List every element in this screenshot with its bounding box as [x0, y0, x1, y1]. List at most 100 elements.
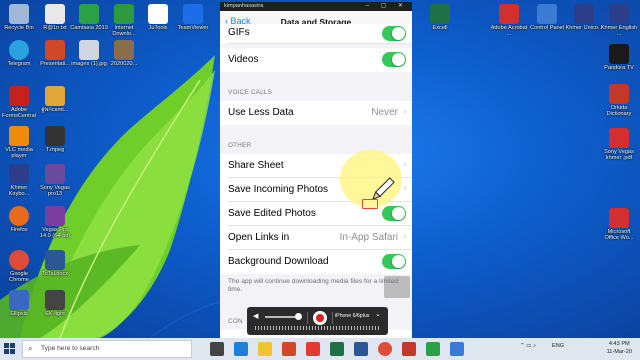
desktop-icon[interactable]: Firefox [0, 206, 38, 233]
desktop-icon[interactable]: 2020020... [105, 40, 143, 67]
desktop-icon[interactable]: JuTools [139, 4, 177, 31]
desktop-icon[interactable]: VLC media player [0, 126, 38, 160]
row-label: Use Less Data [228, 107, 294, 118]
text-file-icon [45, 4, 65, 24]
dictionary-icon [609, 84, 629, 104]
background-download-toggle[interactable] [382, 254, 406, 269]
toolbar-divider [332, 312, 333, 324]
keyboard-icon [9, 164, 29, 184]
camtasia-icon[interactable] [426, 342, 440, 356]
excel-icon[interactable] [330, 342, 344, 356]
settings-row-background-download[interactable]: Background Download [220, 250, 412, 274]
recorder-toolbar[interactable]: ◀ iPhone 6/6plus ⌄ [247, 307, 388, 335]
chevron-down-icon[interactable]: ⌄ [375, 310, 381, 318]
clock[interactable]: 4:43 PM 11-Mar-20 [607, 340, 632, 356]
window-title: kimpanhasastra [224, 3, 264, 9]
edge-icon[interactable] [234, 342, 248, 356]
chrome-icon[interactable] [378, 342, 392, 356]
taskbar: ⌕ Type here to search ⌃ ▭ ♪ ENG 4:43 PM … [0, 338, 640, 360]
row-label: Videos [228, 54, 259, 65]
desktop-icon[interactable]: Excell [421, 4, 459, 31]
save-edited-photos-toggle[interactable] [382, 206, 406, 221]
recorder-app-icon[interactable] [402, 342, 416, 356]
settings-row-videos[interactable]: Videos [220, 48, 412, 72]
audio-meter [255, 326, 380, 330]
section-header-voice-calls: VOICE CALLS [228, 89, 273, 96]
row-value: Never [371, 107, 398, 118]
desktop-icon[interactable]: ฐพกcamt... [36, 86, 74, 113]
desktop-icon[interactable]: Vegas Pro 14.0 (64-bit) [36, 206, 74, 240]
desktop-icon[interactable]: Telegram [0, 40, 38, 67]
row-value: In-App Safari [339, 232, 398, 243]
desktop-icon[interactable]: Presentati... [36, 40, 74, 67]
record-button[interactable] [313, 311, 327, 325]
desktop-icon[interactable]: Sony Vegas khmer .pdf [600, 128, 638, 162]
volume-knob[interactable] [295, 313, 302, 320]
folder-icon [45, 164, 65, 184]
row-label: Open Links in [228, 232, 290, 243]
desktop-icon[interactable]: Camtasia 2019 [70, 4, 108, 31]
row-label: Share Sheet [228, 160, 284, 171]
desktop-icon[interactable]: Khmer Unico... [565, 4, 603, 31]
background-download-note: The app will continue downloading media … [228, 278, 399, 293]
desktop-icon[interactable]: Control Panel [528, 4, 566, 31]
adobe-forms-icon [9, 86, 29, 106]
tray-icons[interactable]: ⌃ ▭ ♪ [520, 343, 536, 349]
overlay-box [384, 276, 410, 298]
desktop-icon[interactable]: Khmer Keybo... [0, 164, 38, 198]
chrome-icon [9, 250, 29, 270]
desktop-icon[interactable]: R@1n.txt [36, 4, 74, 31]
row-label: Save Incoming Photos [228, 184, 329, 195]
annotation-rectangle [362, 199, 378, 209]
language-indicator[interactable]: ENG [552, 343, 564, 349]
speaker-icon[interactable]: ◀ [253, 312, 258, 320]
task-view-icon[interactable] [210, 342, 224, 356]
desktop-icon[interactable]: Pandora TV [600, 44, 638, 71]
chevron-right-icon: › [403, 232, 407, 242]
videos-toggle[interactable] [382, 52, 406, 67]
video-file-icon [45, 126, 65, 146]
gifs-toggle[interactable] [382, 26, 406, 41]
screen-app-icon[interactable] [450, 342, 464, 356]
desktop-icon[interactable]: images (1).jpg [70, 40, 108, 67]
desktop-icon[interactable]: ToTal.docx [36, 250, 74, 277]
chevron-right-icon: › [403, 184, 407, 194]
vegas-pro-icon [45, 206, 65, 226]
volume-slider[interactable] [265, 316, 299, 318]
desktop-icon[interactable]: Ellipsis [0, 290, 38, 317]
desktop-icon[interactable]: EK-light [36, 290, 74, 317]
row-divider [228, 43, 412, 44]
pdf-file-icon [609, 208, 629, 228]
settings-row-gifs[interactable]: GIFs [220, 24, 412, 44]
section-header-other: OTHER [228, 142, 252, 149]
firefox-icon [9, 206, 29, 226]
media-player-icon[interactable] [306, 342, 320, 356]
powerpoint-icon[interactable] [282, 342, 296, 356]
desktop-icon[interactable]: Internet Downlo... [105, 4, 143, 38]
desktop-icon[interactable]: Sony Vegas pro13 [36, 164, 74, 198]
desktop-icon[interactable]: Adobe Acrobat ... [490, 4, 528, 38]
settings-row-use-less-data[interactable]: Use Less Data Never › [220, 101, 412, 125]
file-explorer-icon[interactable] [258, 342, 272, 356]
adobe-acrobat-icon [499, 4, 519, 24]
desktop-icon[interactable]: Orkida Dictionary [600, 84, 638, 118]
word-icon[interactable] [354, 342, 368, 356]
desktop-icon[interactable]: Khmer English ... [600, 4, 638, 38]
camtasia-icon [79, 4, 99, 24]
desktop-icon[interactable]: Microsoft Office Wo... [600, 208, 638, 242]
section-header-next: CON [228, 318, 243, 325]
desktop-icon[interactable]: Adobe FormsCentral [0, 86, 38, 120]
dictionary-icon [609, 4, 629, 24]
windows-start-icon[interactable] [4, 343, 16, 355]
desktop-icon[interactable]: T.mpeg [36, 126, 74, 153]
search-icon: ⌕ [28, 344, 33, 353]
clock-time: 4:43 PM [608, 341, 630, 347]
window-titlebar[interactable]: kimpanhasastra – ▢ ✕ [220, 2, 412, 11]
window-controls[interactable]: – ▢ ✕ [366, 2, 408, 11]
taskbar-search-input[interactable]: ⌕ Type here to search [22, 340, 192, 358]
desktop-icon[interactable]: Google Chrome [0, 250, 38, 284]
download-manager-icon [114, 4, 134, 24]
desktop-icon[interactable]: Recycle Bin [0, 4, 38, 31]
settings-row-open-links-in[interactable]: Open Links in In-App Safari › [220, 226, 412, 250]
desktop-icon[interactable]: TeamViewer [174, 4, 212, 31]
